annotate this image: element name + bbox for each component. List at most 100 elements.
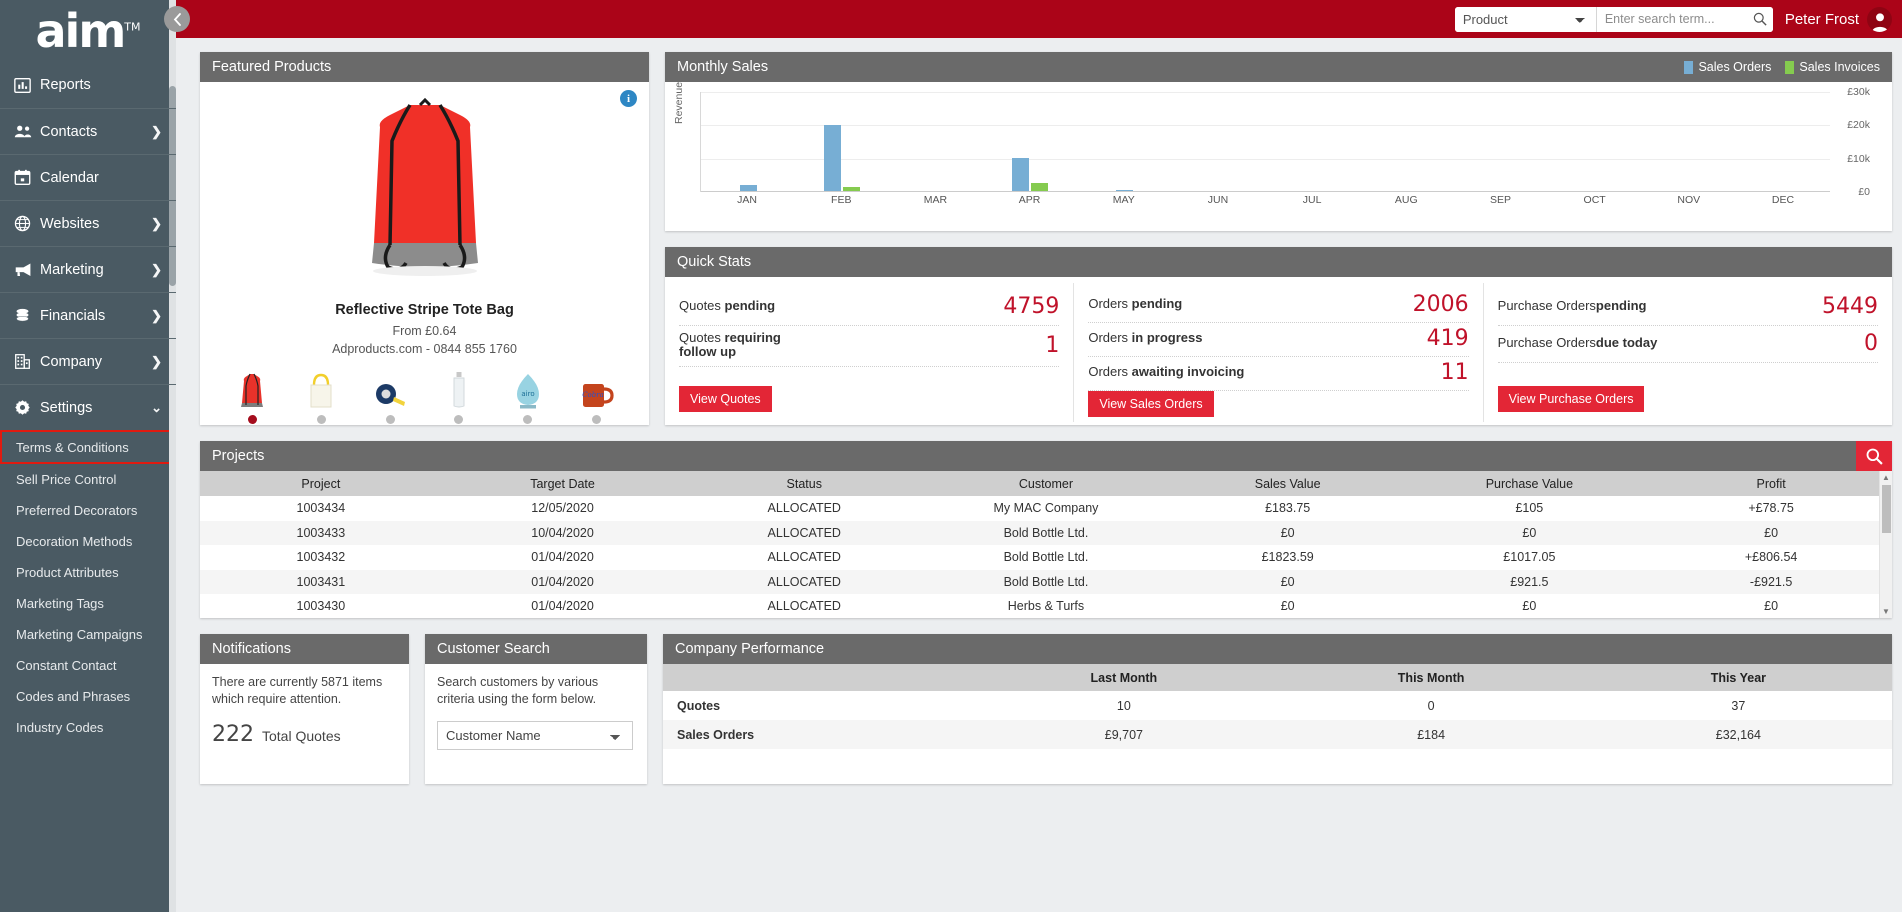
- project-customer: Bold Bottle Ltd.: [1003, 550, 1089, 565]
- table-row[interactable]: 1003430 01/04/2020 ALLOCATED Herbs & Turfs £…: [200, 594, 1892, 619]
- featured-product-vendor: Adproducts.com - 0844 855 1760: [332, 342, 517, 356]
- chart-bar-sales-invoices-apr[interactable]: [1031, 183, 1049, 191]
- projects-column-header[interactable]: Status: [683, 471, 926, 496]
- table-row[interactable]: 1003431 01/04/2020 ALLOCATED Bold Bottle Lt…: [200, 569, 1892, 594]
- main-content: Featured Products i Reflective Stripe To…: [176, 38, 1902, 912]
- sidebar-item-settings[interactable]: Settings ⌄: [0, 384, 176, 430]
- project-profit: -£921.5: [1650, 569, 1892, 594]
- info-icon[interactable]: i: [620, 90, 637, 107]
- customer-search-field-select[interactable]: Customer Name: [437, 720, 633, 750]
- glass-award-icon: airo: [502, 368, 554, 410]
- projects-column-header[interactable]: Target Date: [441, 471, 684, 496]
- sidebar-item-label: Contacts: [40, 123, 98, 140]
- performance-row: Quotes 10 0 37: [663, 691, 1892, 720]
- sidebar-collapse-button[interactable]: [164, 6, 190, 32]
- legend-item-sales-orders[interactable]: Sales Orders: [1684, 60, 1771, 74]
- quick-stat-value: 1: [1045, 332, 1060, 358]
- project-id-link[interactable]: 1003434: [200, 496, 442, 521]
- table-row[interactable]: 1003434 12/05/2020 ALLOCATED My MAC Company…: [200, 496, 1892, 521]
- chart-bar-sales-orders-apr[interactable]: [1012, 158, 1030, 191]
- quick-stats-header: Quick Stats: [665, 246, 1892, 277]
- quick-stats-panel: Quick Stats Quotes pending 4759 Quotes req…: [665, 246, 1892, 425]
- chart-bar-sales-orders-may[interactable]: [1115, 189, 1133, 191]
- yellow-tote-bag-icon: [295, 368, 347, 410]
- legend-item-sales-invoices[interactable]: Sales Invoices: [1785, 60, 1880, 74]
- project-id-link[interactable]: 1003431: [200, 569, 442, 594]
- logo-trademark: TM: [124, 20, 141, 34]
- chart-bar-sales-orders-jan[interactable]: [739, 185, 757, 191]
- project-id-link[interactable]: 1003430: [200, 594, 442, 619]
- sidebar-item-label: Company: [40, 353, 103, 370]
- sidebar-subitem-sell-price-control[interactable]: Sell Price Control: [0, 464, 176, 495]
- sidebar-subitem-constant-contact[interactable]: Constant Contact: [0, 650, 176, 681]
- projects-column-header[interactable]: Customer: [925, 471, 1167, 496]
- view-quotes-button[interactable]: View Quotes: [679, 385, 772, 412]
- thumbnail-indicator-dot: [454, 415, 464, 424]
- project-status: ALLOCATED: [683, 569, 926, 594]
- sidebar-subitem-product-attributes[interactable]: Product Attributes: [0, 557, 176, 588]
- projects-column-header[interactable]: Purchase Value: [1408, 471, 1651, 496]
- chart-bar-sales-orders-feb[interactable]: [824, 125, 842, 191]
- projects-column-header[interactable]: Sales Value: [1166, 471, 1409, 496]
- project-target-date: 01/04/2020: [531, 599, 594, 614]
- sidebar-item-company[interactable]: Company ❯: [0, 338, 176, 384]
- chart-bar-group-mar: [889, 92, 983, 191]
- projects-column-header[interactable]: Profit: [1650, 471, 1892, 496]
- sidebar-item-websites[interactable]: Websites ❯: [0, 200, 176, 246]
- view-purchase-orders-button[interactable]: View Purchase Orders: [1497, 385, 1645, 412]
- sidebar-subitem-terms-conditions[interactable]: Terms & Conditions: [0, 430, 172, 464]
- sidebar-item-marketing[interactable]: Marketing ❯: [0, 246, 176, 292]
- quick-stat-value: 2006: [1412, 292, 1469, 317]
- sidebar-subitem-decoration-methods[interactable]: Decoration Methods: [0, 526, 176, 557]
- chart-xtick-apr: APR: [1018, 194, 1041, 206]
- project-purchase-value: £1017.05: [1503, 550, 1556, 565]
- sidebar-subitem-marketing-tags[interactable]: Marketing Tags: [0, 588, 176, 619]
- notifications-stat-label: Total Quotes: [262, 727, 341, 744]
- featured-thumbnail-tape-measure[interactable]: [364, 368, 416, 424]
- featured-thumbnail-water-bottle[interactable]: [433, 368, 485, 424]
- sidebar-item-contacts[interactable]: Contacts ❯: [0, 108, 176, 154]
- chart-bar-group-feb: [795, 92, 889, 191]
- sidebar-subitem-preferred-decorators[interactable]: Preferred Decorators: [0, 495, 176, 526]
- projects-scrollbar[interactable]: ▲ ▼: [1879, 471, 1892, 618]
- table-row[interactable]: 1003432 01/04/2020 ALLOCATED Bold Bottle Lt…: [200, 545, 1892, 570]
- scroll-down-arrow[interactable]: ▼: [1882, 607, 1890, 616]
- project-id-link[interactable]: 1003433: [200, 520, 442, 545]
- chart-xtick-jan: JAN: [737, 194, 757, 206]
- projects-scrollbar-thumb[interactable]: [1882, 485, 1891, 533]
- featured-product-image[interactable]: [210, 90, 639, 296]
- chart-bar-sales-invoices-feb[interactable]: [843, 186, 861, 191]
- scroll-up-arrow[interactable]: ▲: [1882, 473, 1890, 482]
- search-scope-select[interactable]: Product: [1454, 6, 1597, 32]
- sidebar-item-calendar[interactable]: Calendar: [0, 154, 176, 200]
- projects-column-header[interactable]: Project: [200, 471, 442, 496]
- sidebar-subitem-label: Marketing Tags: [16, 596, 104, 611]
- avatar[interactable]: [1867, 6, 1892, 32]
- sidebar-subitem-marketing-campaigns[interactable]: Marketing Campaigns: [0, 619, 176, 650]
- sidebar-item-financials[interactable]: Financials ❯: [0, 292, 176, 338]
- featured-thumbnail-red-drawstring-bag[interactable]: [226, 368, 278, 424]
- view-sales-orders-button[interactable]: View Sales Orders: [1088, 390, 1214, 417]
- chart-bar-group-aug: [1360, 92, 1454, 191]
- project-status: ALLOCATED: [767, 501, 841, 516]
- notifications-body: There are currently 5871 items which req…: [200, 664, 409, 784]
- project-sales-value: £1823.59: [1261, 550, 1314, 565]
- sidebar-submenu-list: Terms & Conditions Sell Price Control Pref…: [0, 430, 176, 743]
- project-sales-value: £0: [1280, 599, 1295, 614]
- search-submit-button[interactable]: [1746, 6, 1773, 32]
- sidebar-subitem-industry-codes[interactable]: Industry Codes: [0, 712, 176, 743]
- building-icon: [14, 353, 40, 370]
- projects-search-button[interactable]: [1856, 441, 1892, 471]
- project-id-link[interactable]: 1003432: [200, 545, 442, 570]
- app-logo[interactable]: aimTM: [0, 0, 176, 62]
- featured-thumbnail-glass-award[interactable]: airo: [502, 368, 554, 424]
- sidebar-item-label: Marketing: [40, 261, 104, 278]
- sidebar-item-reports[interactable]: Reports: [0, 62, 176, 108]
- sidebar-subitem-codes-and-phrases[interactable]: Codes and Phrases: [0, 681, 176, 712]
- search-input[interactable]: [1596, 6, 1747, 32]
- table-row[interactable]: 1003433 10/04/2020 ALLOCATED Bold Bottle Lt…: [200, 520, 1892, 545]
- user-name: Peter Frost: [1784, 10, 1859, 28]
- quick-stat-value: 11: [1440, 360, 1469, 385]
- featured-thumbnail-orange-mug[interactable]: Cobra: [571, 368, 623, 424]
- featured-thumbnail-yellow-tote-bag[interactable]: [295, 368, 347, 424]
